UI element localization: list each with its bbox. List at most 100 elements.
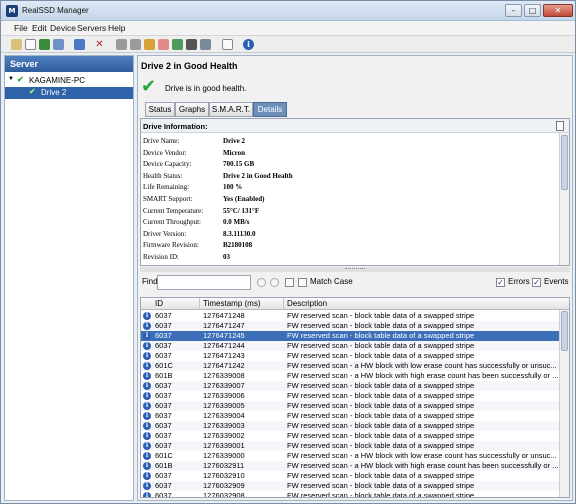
document-icon[interactable]	[222, 39, 233, 50]
upload-icon[interactable]	[172, 39, 183, 50]
info-label: Health Status:	[143, 171, 183, 180]
table-row[interactable]: i 6037 1276339004 FW reserved scan - block …	[141, 411, 561, 421]
tree-node-drive[interactable]: ✔ Drive 2	[5, 87, 133, 99]
tree-node-host[interactable]: ▼ ✔ KAGAMINE-PC	[5, 75, 133, 87]
info-value: 03	[223, 253, 230, 261]
cell-id: 601C	[155, 451, 173, 460]
info-icon[interactable]: i	[243, 39, 254, 50]
find-input[interactable]	[157, 275, 251, 290]
events-checkbox[interactable]: ✓	[532, 278, 541, 287]
new-icon[interactable]	[25, 39, 36, 50]
column-description[interactable]: Description	[287, 299, 327, 308]
table-row[interactable]: i 6037 1276339006 FW reserved scan - block …	[141, 391, 561, 401]
info-icon: i	[143, 362, 151, 370]
save-icon[interactable]	[39, 39, 50, 50]
cell-ts: 1276339007	[203, 381, 245, 390]
camera-icon[interactable]	[186, 39, 197, 50]
errors-checkbox[interactable]: ✓	[496, 278, 505, 287]
delete-icon[interactable]: ✕	[94, 39, 105, 50]
cell-desc: FW reserved scan - block table data of a…	[287, 351, 475, 360]
table-row[interactable]: i 601B 1276339008 FW reserved scan - a HW b…	[141, 371, 561, 381]
table-row[interactable]: i 6037 1276339005 FW reserved scan - block …	[141, 401, 561, 411]
menu-file[interactable]: File	[14, 23, 28, 33]
info-label: SMART Support:	[143, 195, 193, 203]
scroll-thumb[interactable]	[561, 311, 568, 351]
highlight-checkbox[interactable]	[285, 278, 294, 287]
cell-id: 6037	[155, 441, 172, 450]
info-icon: i	[143, 462, 151, 470]
tree-node-label: KAGAMINE-PC	[29, 76, 86, 85]
cell-desc: FW reserved scan - a HW block with high …	[287, 371, 559, 380]
table-row[interactable]: i 601C 1276339000 FW reserved scan - a HW b…	[141, 451, 561, 461]
erase-icon[interactable]	[158, 39, 169, 50]
title-bar[interactable]: M RealSSD Manager – □ ✕	[1, 1, 575, 21]
table-row[interactable]: i 6037 1276032908 FW reserved scan - block …	[141, 491, 561, 498]
menu-servers[interactable]: Servers	[77, 23, 106, 33]
column-id[interactable]: ID	[155, 299, 163, 308]
info-value: Drive 2	[223, 137, 245, 145]
menu-help[interactable]: Help	[108, 23, 125, 33]
column-timestamp[interactable]: Timestamp (ms)	[203, 299, 260, 308]
health-check-icon: ✔	[141, 76, 157, 97]
refresh-icon[interactable]	[74, 39, 85, 50]
events-label: Events	[544, 277, 569, 286]
table-header: ID Timestamp (ms) Description	[141, 298, 569, 310]
info-icon: i	[143, 452, 151, 460]
cell-id: 6037	[155, 471, 172, 480]
minimize-button[interactable]: –	[505, 4, 522, 17]
export-icon[interactable]	[53, 39, 64, 50]
splitter-handle[interactable]	[140, 267, 570, 272]
scroll-thumb[interactable]	[561, 135, 568, 190]
find-next-button[interactable]	[270, 278, 279, 287]
tab-status[interactable]: Status	[145, 102, 175, 117]
info-row: SMART Support: Yes (Enabled)	[143, 195, 543, 206]
info-row: Device Vendor: Micron	[143, 149, 543, 160]
table-row[interactable]: i 6037 1276471244 FW reserved scan - block …	[141, 341, 561, 351]
menu-edit[interactable]: Edit	[32, 23, 47, 33]
table-row[interactable]: i 601C 1276471242 FW reserved scan - a HW b…	[141, 361, 561, 371]
tab-details[interactable]: Details	[253, 102, 287, 117]
copy-icon[interactable]	[556, 121, 564, 131]
tab-smart[interactable]: S.M.A.R.T.	[209, 102, 253, 117]
disk2-icon[interactable]	[130, 39, 141, 50]
table-row[interactable]: i 6037 1276471245 FW reserved scan - block …	[141, 331, 561, 341]
table-row[interactable]: i 6037 1276032909 FW reserved scan - block …	[141, 481, 561, 491]
cell-id: 6037	[155, 321, 172, 330]
info-scrollbar[interactable]	[559, 133, 569, 265]
log-scrollbar[interactable]	[559, 310, 569, 497]
info-row: Current Throughput: 0.0 MB/s	[143, 218, 543, 229]
table-row[interactable]: i 601B 1276032911 FW reserved scan - a HW b…	[141, 461, 561, 471]
wand-icon[interactable]	[144, 39, 155, 50]
table-row[interactable]: i 6037 1276471248 FW reserved scan - block …	[141, 311, 561, 321]
info-icon: i	[143, 472, 151, 480]
info-icon: i	[143, 492, 151, 497]
cell-ts: 1276339000	[203, 451, 245, 460]
table-row[interactable]: i 6037 1276339003 FW reserved scan - block …	[141, 421, 561, 431]
maximize-button[interactable]: □	[524, 4, 541, 17]
table-row[interactable]: i 6037 1276471247 FW reserved scan - block …	[141, 321, 561, 331]
table-row[interactable]: i 6037 1276339007 FW reserved scan - block …	[141, 381, 561, 391]
cell-ts: 1276471248	[203, 311, 245, 320]
find-prev-button[interactable]	[257, 278, 266, 287]
tab-graphs[interactable]: Graphs	[175, 102, 209, 117]
cell-id: 6037	[155, 411, 172, 420]
match-case-checkbox[interactable]	[298, 278, 307, 287]
info-label: Current Throughput:	[143, 218, 202, 227]
info-row: Firmware Revision: B2180108	[143, 241, 543, 252]
cell-ts: 1276339004	[203, 411, 245, 420]
window-icon[interactable]	[200, 39, 211, 50]
info-value: 700.15 GB	[223, 160, 255, 169]
cell-ts: 1276339008	[203, 371, 245, 380]
disk-icon[interactable]	[116, 39, 127, 50]
expand-icon[interactable]: ▼	[8, 76, 14, 82]
close-button[interactable]: ✕	[543, 4, 573, 17]
cell-desc: FW reserved scan - block table data of a…	[287, 391, 475, 400]
open-icon[interactable]	[11, 39, 22, 50]
table-row[interactable]: i 6037 1276339001 FW reserved scan - block …	[141, 441, 561, 451]
table-row[interactable]: i 6037 1276471243 FW reserved scan - block …	[141, 351, 561, 361]
table-row[interactable]: i 6037 1276032910 FW reserved scan - block …	[141, 471, 561, 481]
table-row[interactable]: i 6037 1276339002 FW reserved scan - block …	[141, 431, 561, 441]
menu-device[interactable]: Device	[50, 23, 76, 33]
info-label: Current Temperature:	[143, 206, 204, 215]
cell-desc: FW reserved scan - block table data of a…	[287, 491, 475, 498]
